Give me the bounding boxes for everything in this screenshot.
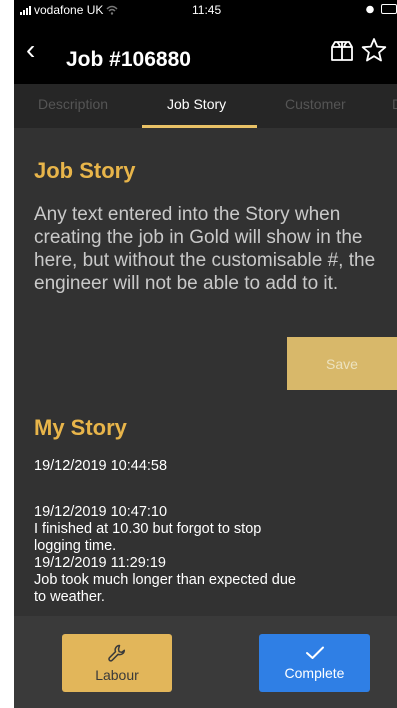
- complete-button[interactable]: Complete: [259, 634, 370, 692]
- app-screen: vodafone UK 11:45 ‹ Job #106880 Descript…: [14, 0, 397, 708]
- labour-button[interactable]: Labour: [62, 634, 172, 692]
- tab-customer[interactable]: Customer: [285, 96, 346, 112]
- tab-description[interactable]: Description: [38, 96, 108, 112]
- complete-label: Complete: [284, 665, 345, 681]
- page-title: Job #106880: [66, 48, 191, 71]
- checkmark-icon: [305, 646, 324, 659]
- story-entry: 19/12/2019 10:47:10 I finished at 10.30 …: [34, 504, 296, 605]
- carrier-label: vodafone UK: [34, 3, 104, 17]
- tab-job-story[interactable]: Job Story: [167, 96, 226, 112]
- wrench-icon: [108, 644, 126, 662]
- status-bar: vodafone UK 11:45: [14, 0, 397, 22]
- back-icon[interactable]: ‹: [26, 36, 35, 64]
- alarm-icon: [366, 5, 374, 14]
- status-left: vodafone UK: [20, 3, 118, 17]
- status-time: 11:45: [192, 3, 222, 17]
- my-story-entries: 19/12/2019 10:44:58 19/12/2019 10:47:10 …: [34, 458, 374, 606]
- tab-bar: Description Job Story Customer D: [14, 84, 397, 128]
- job-story-content: Job Story Any text entered into the Stor…: [14, 128, 397, 616]
- save-button[interactable]: Save: [287, 337, 397, 390]
- app-header: ‹ Job #106880: [14, 22, 397, 84]
- tab-more[interactable]: D: [392, 96, 397, 112]
- signal-icon: [20, 5, 31, 15]
- status-right: [365, 4, 397, 14]
- bottom-action-bar: Labour Complete: [14, 616, 397, 708]
- star-icon[interactable]: [360, 36, 388, 64]
- labour-label: Labour: [95, 667, 139, 683]
- package-icon[interactable]: [328, 36, 356, 64]
- wifi-icon: [106, 5, 118, 15]
- story-entry: 19/12/2019 10:44:58: [34, 458, 168, 474]
- job-story-heading: Job Story: [34, 158, 136, 183]
- my-story-heading: My Story: [34, 415, 127, 440]
- job-story-text: Any text entered into the Story when cre…: [34, 204, 376, 294]
- battery-icon: [381, 4, 397, 14]
